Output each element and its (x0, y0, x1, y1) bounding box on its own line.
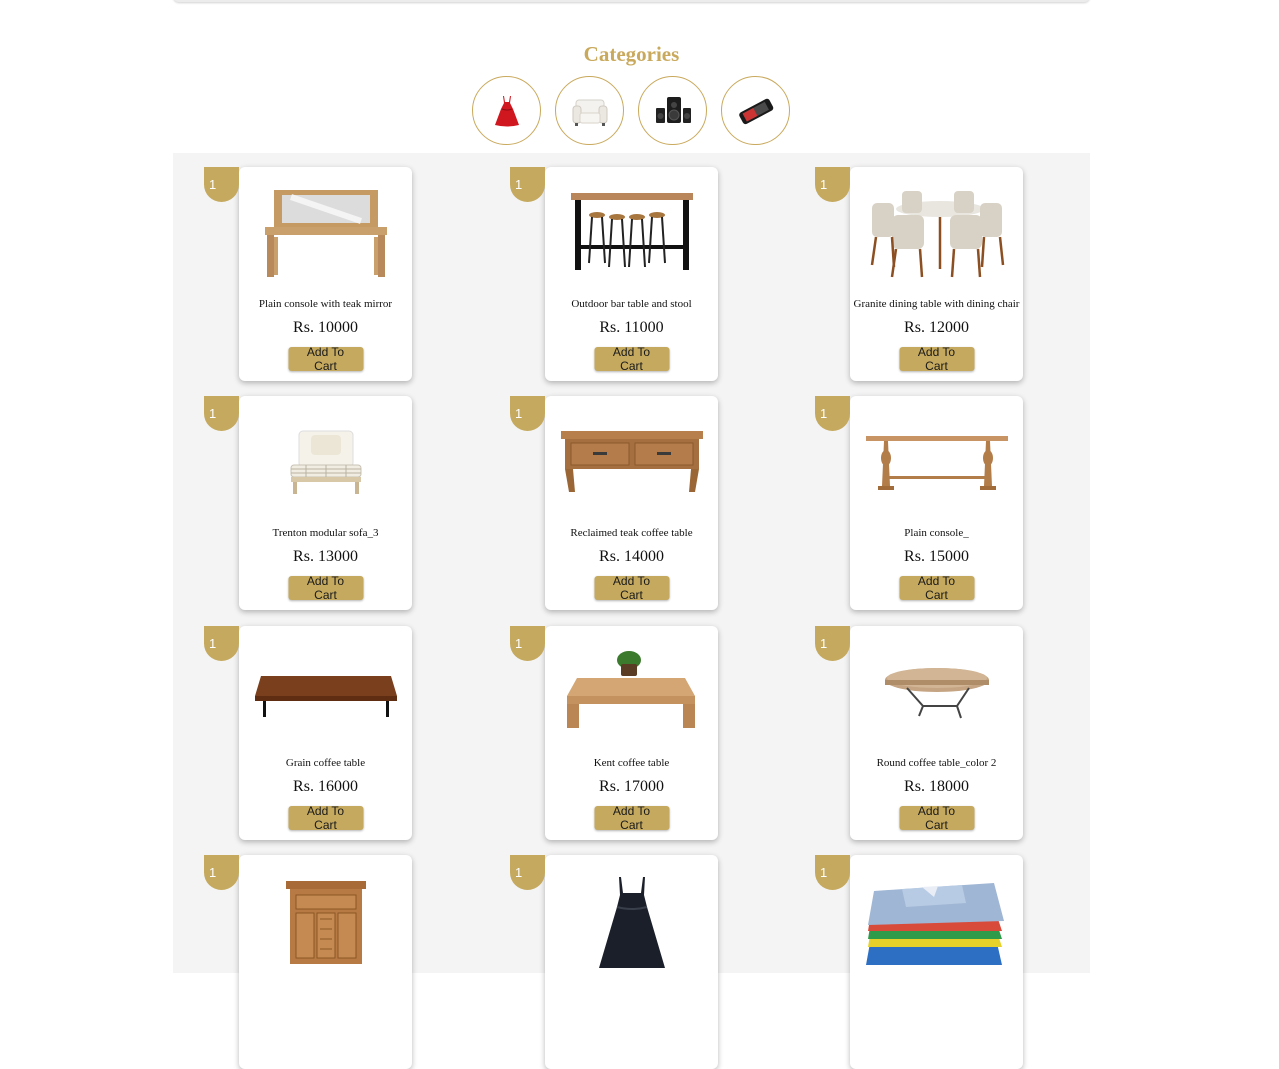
product-price: Rs. 13000 (293, 548, 358, 565)
product-price: Rs. 14000 (599, 548, 664, 565)
product-card[interactable] (239, 855, 412, 1069)
badge-count: 1 (209, 177, 217, 192)
product-badge: 1 (204, 396, 239, 431)
add-to-cart-button[interactable]: Add To Cart (288, 574, 363, 602)
product-badge: 1 (815, 167, 850, 202)
badge-count: 1 (209, 636, 217, 651)
product-image[interactable] (249, 865, 402, 975)
product-image[interactable] (555, 406, 708, 516)
speaker-icon (655, 96, 691, 123)
kent-table-image (566, 651, 695, 728)
product-badge: 1 (204, 855, 239, 890)
dining-set-image (870, 190, 1004, 277)
product-price: Rs. 15000 (904, 548, 969, 565)
product-badge: 1 (510, 167, 545, 202)
product-card[interactable]: Reclaimed teak coffee table Rs. 14000 Add … (545, 396, 718, 610)
product-price: Rs. 17000 (599, 778, 664, 795)
product-card[interactable]: Plain console_ Rs. 15000 Add To Cart (850, 396, 1023, 610)
product-image[interactable] (860, 865, 1013, 975)
black-dress-image (598, 876, 665, 968)
product-badge: 1 (815, 626, 850, 661)
round-table-image (884, 668, 989, 719)
product-card[interactable]: Outdoor bar table and stool Rs. 11000 Add … (545, 167, 718, 381)
product-card[interactable] (545, 855, 718, 1069)
product-price: Rs. 11000 (599, 319, 664, 336)
badge-count: 1 (515, 636, 523, 651)
badge-count: 1 (820, 406, 828, 421)
category-electronics[interactable] (638, 76, 707, 145)
product-image[interactable] (249, 636, 402, 746)
product-name: Round coffee table_color 2 (876, 757, 997, 769)
phone-icon (738, 98, 773, 124)
add-to-cart-button[interactable]: Add To Cart (288, 804, 363, 832)
category-clothing[interactable] (472, 76, 541, 145)
add-to-cart-button[interactable]: Add To Cart (899, 574, 974, 602)
shirts-stack-image (865, 882, 1004, 965)
category-list (472, 76, 790, 145)
product-card[interactable]: Kent coffee table Rs. 17000 Add To Cart (545, 626, 718, 840)
product-image[interactable] (860, 636, 1013, 746)
badge-count: 1 (209, 865, 217, 880)
product-card[interactable] (850, 855, 1023, 1069)
product-card[interactable]: Round coffee table_color 2 Rs. 18000 Add T… (850, 626, 1023, 840)
bar-table-image (570, 192, 693, 270)
product-name: Kent coffee table (593, 757, 670, 769)
product-card[interactable]: Grain coffee table Rs. 16000 Add To Cart (239, 626, 412, 840)
dress-icon (494, 95, 519, 126)
plain-console-image (865, 436, 1008, 490)
add-to-cart-button[interactable]: Add To Cart (288, 345, 363, 373)
product-name: Plain console with teak mirror (258, 298, 393, 310)
product-badge: 1 (510, 396, 545, 431)
product-badge: 1 (510, 855, 545, 890)
badge-count: 1 (515, 406, 523, 421)
product-name: Granite dining table with dining chair (853, 298, 1020, 310)
product-price: Rs. 12000 (904, 319, 969, 336)
armchair-icon (572, 99, 607, 126)
add-to-cart-button[interactable]: Add To Cart (594, 574, 669, 602)
product-card[interactable]: Plain console with teak mirror Rs. 10000 A… (239, 167, 412, 381)
badge-count: 1 (515, 865, 523, 880)
badge-count: 1 (515, 177, 523, 192)
add-to-cart-button[interactable]: Add To Cart (899, 345, 974, 373)
badge-count: 1 (209, 406, 217, 421)
badge-count: 1 (820, 636, 828, 651)
product-name: Trenton modular sofa_3 (272, 527, 379, 539)
category-mobiles[interactable] (721, 76, 790, 145)
product-price: Rs. 10000 (293, 319, 358, 336)
product-name: Plain console_ (904, 527, 969, 539)
categories-title: Categories (583, 42, 680, 66)
product-price: Rs. 16000 (293, 778, 358, 795)
category-furniture[interactable] (555, 76, 624, 145)
add-to-cart-button[interactable]: Add To Cart (899, 804, 974, 832)
badge-count: 1 (820, 865, 828, 880)
product-image[interactable] (555, 636, 708, 746)
product-name: Reclaimed teak coffee table (570, 527, 693, 539)
add-to-cart-button[interactable]: Add To Cart (594, 804, 669, 832)
product-card[interactable]: Trenton modular sofa_3 Rs. 13000 Add To Ca… (239, 396, 412, 610)
top-banner-edge (173, 0, 1090, 2)
product-badge: 1 (815, 396, 850, 431)
product-image[interactable] (860, 177, 1013, 287)
teak-table-image (560, 431, 703, 492)
product-badge: 1 (510, 626, 545, 661)
grain-table-image (254, 676, 397, 717)
product-badge: 1 (815, 855, 850, 890)
cabinet-image (285, 880, 366, 964)
product-badge: 1 (204, 167, 239, 202)
product-name: Grain coffee table (285, 757, 366, 769)
product-image[interactable] (860, 406, 1013, 516)
product-price: Rs. 18000 (904, 778, 969, 795)
sofa-image (290, 430, 361, 494)
product-badge: 1 (204, 626, 239, 661)
product-image[interactable] (555, 865, 708, 975)
product-name: Outdoor bar table and stool (571, 298, 692, 310)
product-card[interactable]: Granite dining table with dining chair Rs… (850, 167, 1023, 381)
product-image[interactable] (249, 406, 402, 516)
product-image[interactable] (555, 177, 708, 287)
badge-count: 1 (820, 177, 828, 192)
console-mirror-image (264, 189, 387, 277)
product-image[interactable] (249, 177, 402, 287)
add-to-cart-button[interactable]: Add To Cart (594, 345, 669, 373)
